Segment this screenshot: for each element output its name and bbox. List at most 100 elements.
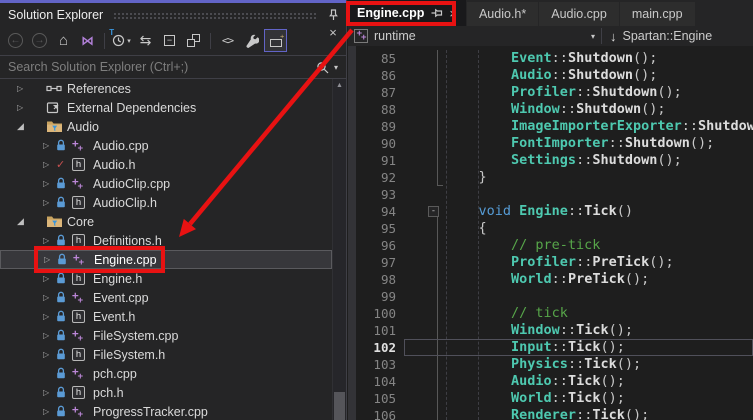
code-line-96[interactable]: 96 // pre-tick [348, 237, 753, 254]
tree-item-audio-h[interactable]: ▷ ✓ h Audio.h [0, 155, 332, 174]
code-line-91[interactable]: 91 Settings::Shutdown(); [348, 152, 753, 169]
expander-expanded-icon[interactable]: ◢ [17, 121, 30, 132]
expander-collapsed-icon[interactable]: ▷ [17, 84, 30, 93]
tree-item-external-dependencies[interactable]: ▷ External Dependencies [0, 98, 332, 117]
show-all-files-button[interactable] [182, 29, 205, 52]
titlebar-grip[interactable] [113, 12, 316, 20]
code-text: Profiler::PreTick(); [511, 254, 674, 270]
tree-item-engine-cpp[interactable]: ▷ ++ Engine.cpp [0, 250, 332, 269]
code-line-95[interactable]: 95 { [348, 220, 753, 237]
fold-margin [404, 50, 446, 67]
expander-collapsed-icon[interactable]: ▷ [43, 293, 56, 302]
tab-audio-h[interactable]: Audio.h* [466, 2, 539, 26]
expander-collapsed-icon[interactable]: ▷ [43, 407, 56, 416]
tab-engine-cpp[interactable]: Engine.cpp × [348, 0, 466, 26]
fold-margin [404, 186, 446, 203]
line-number: 93 [380, 187, 396, 202]
expander-collapsed-icon[interactable]: ▷ [43, 236, 56, 245]
expander-collapsed-icon[interactable]: ▷ [17, 103, 30, 112]
code-line-86[interactable]: 86 Audio::Shutdown(); [348, 67, 753, 84]
pin-button[interactable] [324, 6, 342, 24]
chevron-down-icon[interactable]: ▾ [591, 32, 595, 41]
code-line-98[interactable]: 98 World::PreTick(); [348, 271, 753, 288]
expander-collapsed-icon[interactable]: ▷ [44, 255, 57, 264]
tree-item-pch-h[interactable]: ▷ h pch.h [0, 383, 332, 402]
expander-expanded-icon[interactable]: ◢ [17, 216, 30, 227]
code-text: Audio::Tick(); [511, 373, 625, 389]
code-line-106[interactable]: 106 Renderer::Tick(); [348, 407, 753, 420]
tree-item-audioclip-cpp[interactable]: ▷ ++ AudioClip.cpp [0, 174, 332, 193]
code-line-90[interactable]: 90 FontImporter::Shutdown(); [348, 135, 753, 152]
code-line-100[interactable]: 100 // tick [348, 305, 753, 322]
scroll-up-icon[interactable]: ▲ [333, 82, 346, 89]
tree-item-event-cpp[interactable]: ▷ ++ Event.cpp [0, 288, 332, 307]
tree-item-pch-cpp[interactable]: ++ pch.cpp [0, 364, 332, 383]
project-dropdown[interactable]: ++ runtime ▾ [348, 26, 601, 46]
code-line-97[interactable]: 97 Profiler::PreTick(); [348, 254, 753, 271]
search-input[interactable] [0, 60, 314, 74]
expander-collapsed-icon[interactable]: ▷ [43, 388, 56, 397]
expander-collapsed-icon[interactable]: ▷ [43, 331, 56, 340]
tree-item-event-h[interactable]: ▷ h Event.h [0, 307, 332, 326]
cpp-icon: ++ [72, 137, 83, 154]
back-button[interactable]: ← [4, 29, 27, 52]
code-line-101[interactable]: 101 Window::Tick(); [348, 322, 753, 339]
switch-views-button[interactable]: ⋈ [76, 29, 99, 52]
code-editor[interactable]: 85 Event::Shutdown(); 86 Audio::Shutdown(… [348, 46, 753, 420]
tree-item-progresstracker-cpp[interactable]: ▷ ++ ProgressTracker.cpp [0, 402, 332, 420]
tree-item-filesystem-cpp[interactable]: ▷ ++ FileSystem.cpp [0, 326, 332, 345]
tree-item-audio[interactable]: ◢ Audio [0, 117, 332, 136]
fold-margin [404, 237, 446, 254]
close-icon[interactable]: × [449, 6, 457, 21]
expander-collapsed-icon[interactable]: ▷ [43, 141, 56, 150]
code-line-92[interactable]: 92 } [348, 169, 753, 186]
solution-tree[interactable]: ▷ References ▷ External Dependencies ◢ Audio ▷… [0, 79, 346, 420]
tab-main-cpp[interactable]: main.cpp [619, 2, 695, 26]
code-line-88[interactable]: 88 Window::Shutdown(); [348, 101, 753, 118]
expander-collapsed-icon[interactable]: ▷ [43, 179, 56, 188]
search-box[interactable]: ▾ [0, 55, 346, 79]
tree-item-core[interactable]: ◢ Core [0, 212, 332, 231]
code-line-103[interactable]: 103 Physics::Tick(); [348, 356, 753, 373]
tree-item-label: ProgressTracker.cpp [93, 404, 208, 419]
scope-dropdown[interactable]: ↓ Spartan::Engine [602, 26, 720, 46]
h-icon: h [72, 310, 93, 323]
expander-collapsed-icon[interactable]: ▷ [43, 312, 56, 321]
sync-with-active-document-button[interactable]: ⇆ [134, 29, 157, 52]
home-button[interactable]: ⌂ [52, 29, 75, 52]
tree-item-references[interactable]: ▷ References [0, 79, 332, 98]
search-icon[interactable] [314, 61, 330, 74]
code-line-89[interactable]: 89 ImageImporterExporter::Shutdown(); [348, 118, 753, 135]
code-line-93[interactable]: 93 [348, 186, 753, 203]
collapse-region-icon[interactable]: - [428, 206, 439, 217]
forward-button[interactable]: → [28, 29, 51, 52]
expander-collapsed-icon[interactable]: ▷ [43, 274, 56, 283]
code-line-94[interactable]: 94 - void Engine::Tick() [348, 203, 753, 220]
tree-item-filesystem-h[interactable]: ▷ h FileSystem.h [0, 345, 332, 364]
code-line-105[interactable]: 105 World::Tick(); [348, 390, 753, 407]
tree-item-definitions-h[interactable]: ▷ h Definitions.h [0, 231, 332, 250]
code-line-87[interactable]: 87 Profiler::Shutdown(); [348, 84, 753, 101]
expander-collapsed-icon[interactable]: ▷ [43, 350, 56, 359]
code-line-85[interactable]: 85 Event::Shutdown(); [348, 50, 753, 67]
solution-explorer-titlebar[interactable]: Solution Explorer ▾× [0, 0, 346, 40]
tree-item-engine-h[interactable]: ▷ h Engine.h [0, 269, 332, 288]
scrollbar-thumb[interactable] [334, 392, 345, 420]
tree-item-audioclip-h[interactable]: ▷ h AudioClip.h [0, 193, 332, 212]
expander-collapsed-icon[interactable]: ▷ [43, 160, 56, 169]
tree-scrollbar[interactable]: ▲ [332, 79, 346, 420]
pending-changes-filter-button[interactable]: T ▾ [109, 28, 133, 52]
collapse-all-button[interactable]: − [158, 29, 181, 52]
tree-item-label: Engine.h [93, 271, 143, 286]
code-line-104[interactable]: 104 Audio::Tick(); [348, 373, 753, 390]
pin-icon[interactable] [431, 7, 443, 19]
code-line-102[interactable]: 102 Input::Tick(); [348, 339, 753, 356]
code-line-99[interactable]: 99 [348, 288, 753, 305]
search-options-chevron-icon[interactable]: ▾ [330, 63, 342, 72]
view-code-button[interactable]: <> [216, 29, 239, 52]
properties-button[interactable] [240, 29, 263, 52]
expander-collapsed-icon[interactable]: ▷ [43, 198, 56, 207]
tab-audio-cpp[interactable]: Audio.cpp [539, 2, 619, 26]
preview-selected-items-button[interactable]: ⁺ [264, 29, 287, 52]
tree-item-audio-cpp[interactable]: ▷ ++ Audio.cpp [0, 136, 332, 155]
